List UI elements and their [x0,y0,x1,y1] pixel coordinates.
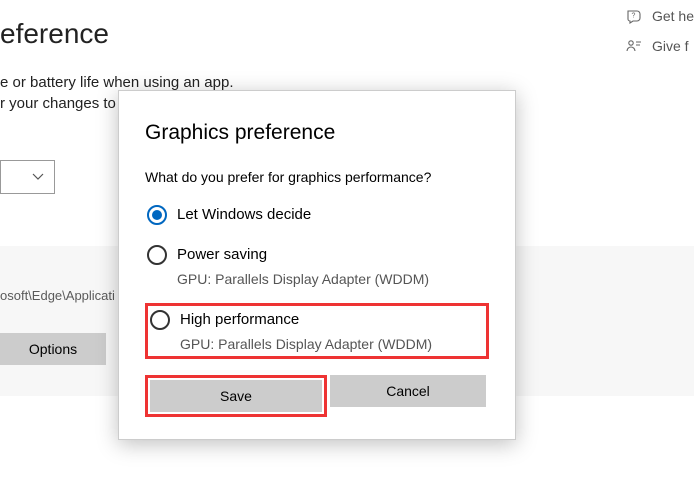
radio-sublabel: GPU: Parallels Display Adapter (WDDM) [177,271,429,287]
radio-sublabel: GPU: Parallels Display Adapter (WDDM) [180,336,432,352]
dialog-button-row: Save Cancel [145,375,489,417]
app-type-dropdown[interactable] [0,160,55,194]
page-title: eference [0,18,694,50]
radio-let-windows-decide[interactable]: Let Windows decide [145,201,489,229]
radio-power-saving[interactable]: Power saving GPU: Parallels Display Adap… [145,241,489,291]
save-button[interactable]: Save [150,380,322,412]
radio-icon [150,310,170,330]
options-button[interactable]: Options [0,333,106,365]
chevron-down-icon [32,173,44,181]
dialog-subtitle: What do you prefer for graphics performa… [145,169,489,185]
give-feedback-label: Give f [652,38,689,54]
get-help-link[interactable]: ? Get he [626,8,694,24]
svg-text:?: ? [632,13,636,20]
give-feedback-link[interactable]: Give f [626,38,694,54]
help-icon: ? [626,8,642,24]
page-desc-line1: e or battery life when using an app. [0,74,694,91]
radio-label: Power saving [177,245,429,265]
feedback-icon [626,38,642,54]
radio-high-performance[interactable]: High performance GPU: Parallels Display … [145,303,489,359]
radio-label: Let Windows decide [177,205,311,225]
save-highlight: Save [145,375,327,417]
radio-icon [147,205,167,225]
cancel-button[interactable]: Cancel [330,375,486,407]
dialog-title: Graphics preference [145,121,489,145]
radio-icon [147,245,167,265]
graphics-preference-dialog: Graphics preference What do you prefer f… [118,90,516,440]
radio-label: High performance [180,310,432,330]
right-links: ? Get he Give f [626,8,694,68]
get-help-label: Get he [652,8,694,24]
